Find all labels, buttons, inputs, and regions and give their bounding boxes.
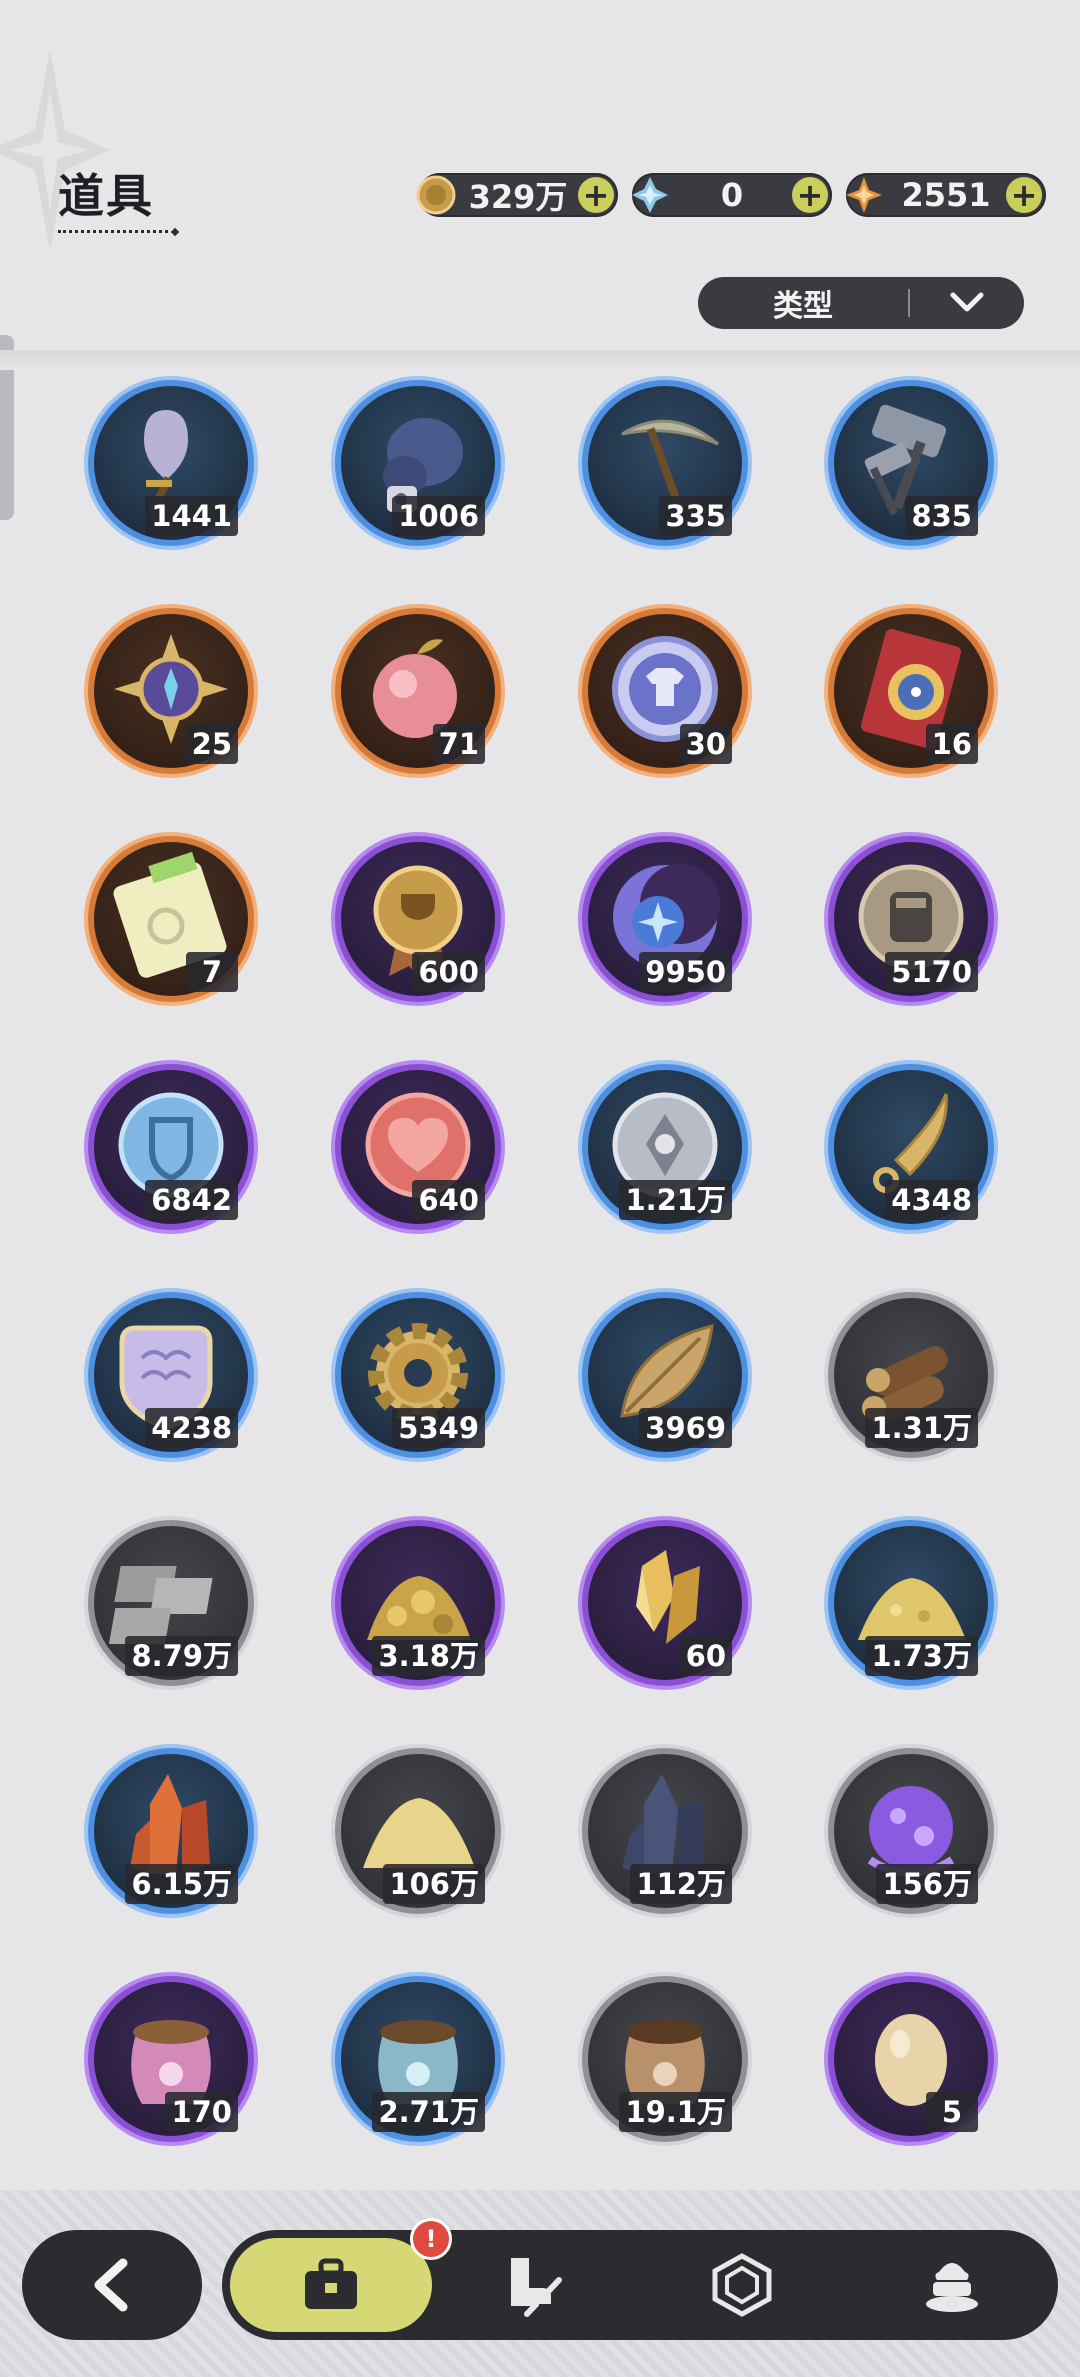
item-slot[interactable]: 600 (331, 832, 505, 1006)
item-count: 4238 (145, 1408, 238, 1448)
item-count: 25 (185, 724, 238, 764)
item-count: 71 (432, 724, 485, 764)
currency-star-shard-value: 2551 (901, 176, 991, 214)
item-count: 5349 (392, 1408, 485, 1448)
item-slot[interactable]: 60 (578, 1516, 752, 1690)
item-slot[interactable]: 4238 (84, 1288, 258, 1462)
item-count: 7 (186, 952, 238, 992)
currency-star-shard: 2551 + (846, 173, 1046, 217)
item-slot[interactable]: 4348 (824, 1060, 998, 1234)
item-count: 835 (905, 496, 978, 536)
item-slot[interactable]: 3.18万 (331, 1516, 505, 1690)
item-count: 6842 (145, 1180, 238, 1220)
currency-crystal: 0 + (632, 173, 832, 217)
back-button[interactable] (22, 2230, 202, 2340)
item-count: 16 (925, 724, 978, 764)
page-title: 道具 (58, 169, 154, 223)
item-slot[interactable]: 19.1万 (578, 1972, 752, 2146)
item-slot[interactable]: 1.21万 (578, 1060, 752, 1234)
item-slot[interactable]: 6.15万 (84, 1744, 258, 1918)
item-count: 30 (679, 724, 732, 764)
item-slot[interactable]: 2.71万 (331, 1972, 505, 2146)
item-count: 106万 (383, 1864, 485, 1904)
gold-coin-icon (414, 173, 458, 217)
boot-sword-icon (511, 2258, 562, 2317)
item-slot[interactable]: 112万 (578, 1744, 752, 1918)
hexagon-gem-icon (712, 2253, 772, 2317)
tab-gems[interactable] (642, 2230, 842, 2340)
item-slot[interactable]: 5349 (331, 1288, 505, 1462)
item-slot[interactable]: 7 (84, 832, 258, 1006)
title-underline (58, 230, 168, 237)
currency-gold-value: 329万 (468, 178, 568, 216)
star-shard-icon (842, 173, 886, 217)
add-crystal-button[interactable]: + (792, 177, 828, 213)
type-filter-dropdown[interactable]: 类型 (698, 277, 1024, 329)
item-count: 1006 (392, 496, 485, 536)
currency-crystal-value: 0 (720, 176, 744, 214)
item-slot[interactable]: 25 (84, 604, 258, 778)
crystal-icon (628, 173, 672, 217)
type-filter-label: 类型 (773, 289, 833, 324)
item-slot[interactable]: 71 (331, 604, 505, 778)
item-slot[interactable]: 16 (824, 604, 998, 778)
add-star-shard-button[interactable]: + (1006, 177, 1042, 213)
item-slot[interactable]: 1441 (84, 376, 258, 550)
bottom-nav-bar: ! (222, 2218, 1058, 2340)
item-count: 600 (412, 952, 485, 992)
item-count: 19.1万 (619, 2092, 732, 2132)
currency-gold: 329万 + (416, 173, 618, 217)
chevron-left-icon (94, 2258, 128, 2312)
item-slot[interactable]: 8.79万 (84, 1516, 258, 1690)
panel-top-shadow (0, 350, 1080, 370)
item-slot[interactable]: 335 (578, 376, 752, 550)
item-slot[interactable]: 3969 (578, 1288, 752, 1462)
item-count: 1.73万 (865, 1636, 978, 1676)
item-slot[interactable]: 1.31万 (824, 1288, 998, 1462)
item-count: 8.79万 (125, 1636, 238, 1676)
item-count: 4348 (885, 1180, 978, 1220)
item-count: 640 (412, 1180, 485, 1220)
tab-items[interactable]: ! (230, 2218, 452, 2332)
item-slot[interactable]: 640 (331, 1060, 505, 1234)
item-count: 6.15万 (125, 1864, 238, 1904)
item-slot[interactable]: 6842 (84, 1060, 258, 1234)
item-slot[interactable]: 30 (578, 604, 752, 778)
item-count: 335 (659, 496, 732, 536)
item-count: 170 (165, 2092, 238, 2132)
item-slot[interactable]: 9950 (578, 832, 752, 1006)
bag-icon (305, 2258, 357, 2309)
item-count: 3969 (639, 1408, 732, 1448)
item-slot[interactable]: 170 (84, 1972, 258, 2146)
item-slot[interactable]: 106万 (331, 1744, 505, 1918)
item-count: 5170 (885, 952, 978, 992)
item-grid: 1441 1006 335 835 25 71 30 16 7 600 9950 5170 6842 64… (0, 370, 1080, 2160)
item-count: 1.31万 (865, 1408, 978, 1448)
pudding-icon (926, 2263, 978, 2312)
item-count: 3.18万 (372, 1636, 485, 1676)
chevron-down-icon (910, 291, 1024, 315)
tab-food[interactable] (852, 2230, 1052, 2340)
item-count: 60 (679, 1636, 732, 1676)
item-count: 2.71万 (372, 2092, 485, 2132)
item-slot[interactable]: 5 (824, 1972, 998, 2146)
item-slot[interactable]: 1006 (331, 376, 505, 550)
add-gold-button[interactable]: + (578, 177, 614, 213)
item-count: 9950 (639, 952, 732, 992)
item-slot[interactable]: 835 (824, 376, 998, 550)
item-count: 156万 (876, 1864, 978, 1904)
item-count: 5 (926, 2092, 978, 2132)
item-count: 1.21万 (619, 1180, 732, 1220)
item-count: 1441 (145, 496, 238, 536)
tab-equipment[interactable] (432, 2230, 632, 2340)
item-slot[interactable]: 1.73万 (824, 1516, 998, 1690)
item-slot[interactable]: 156万 (824, 1744, 998, 1918)
item-slot[interactable]: 5170 (824, 832, 998, 1006)
item-count: 112万 (630, 1864, 732, 1904)
